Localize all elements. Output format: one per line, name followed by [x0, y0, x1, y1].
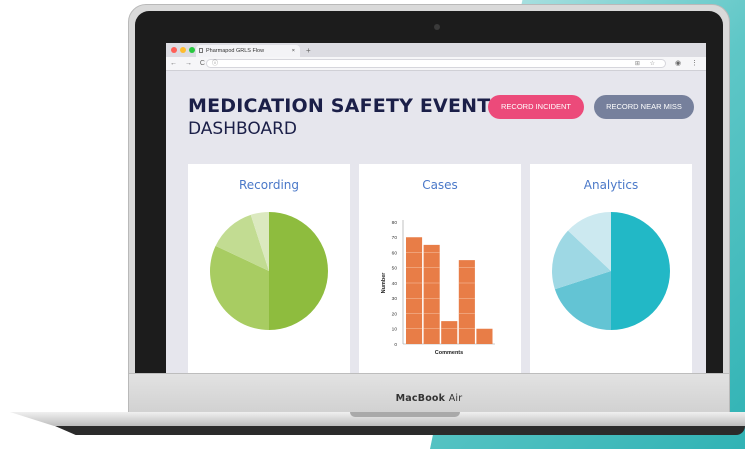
page-icon — [199, 48, 203, 53]
minimize-window-icon[interactable] — [180, 47, 186, 53]
cases-bar-chart: 0 10 20 30 40 50 60 70 80 Comments Number — [381, 220, 495, 356]
analytics-card[interactable]: Analytics — [530, 164, 692, 376]
record-incident-button[interactable]: RECORD INCIDENT — [488, 95, 584, 119]
maximize-window-icon[interactable] — [189, 47, 195, 53]
laptop-base — [0, 406, 745, 440]
bookmark-icon[interactable]: ⊞ ☆ — [635, 60, 659, 68]
new-tab-button[interactable]: + — [306, 45, 311, 56]
bar-fill — [423, 244, 440, 344]
laptop-base-bottom — [55, 426, 745, 435]
recording-card[interactable]: Recording — [188, 164, 350, 376]
y-tick-label: 0 — [394, 342, 397, 348]
bar — [406, 237, 423, 344]
navigation-buttons[interactable]: ← → C — [170, 58, 208, 69]
window-controls — [171, 47, 195, 53]
bar — [441, 321, 458, 344]
y-tick-label: 30 — [392, 296, 398, 302]
bar-fill — [406, 237, 423, 344]
bar — [476, 328, 493, 344]
recording-pie-slice — [269, 212, 328, 330]
tab-bar: Pharmapod GRLS Flow × + — [166, 43, 706, 57]
tab-title: Pharmapod GRLS Flow — [206, 48, 265, 54]
y-tick-label: 60 — [392, 250, 398, 256]
page-subtitle: DASHBOARD — [188, 119, 297, 139]
page-title-bold: MEDICATION SAFETY EVENT — [188, 95, 491, 117]
y-tick-label: 70 — [392, 235, 398, 241]
analytics-pie-slice — [611, 212, 670, 330]
lid-notch — [350, 412, 460, 417]
y-tick-label: 40 — [392, 281, 398, 287]
recording-pie-chart — [210, 212, 328, 330]
analytics-pie-chart — [552, 212, 670, 330]
laptop-brand-label: MacBook Air — [129, 393, 729, 404]
brand-model: Air — [448, 393, 463, 404]
screen-bezel: Pharmapod GRLS Flow × + ← → C ⓘ ⊞ ☆ ◉ ⋮ … — [135, 11, 723, 410]
y-tick-label: 10 — [392, 327, 398, 333]
bar — [423, 244, 440, 344]
cases-card[interactable]: Cases 0 10 20 30 40 50 60 70 80 Comments Number — [359, 164, 521, 376]
camera-icon — [434, 24, 440, 30]
browser-window: Pharmapod GRLS Flow × + ← → C ⓘ ⊞ ☆ ◉ ⋮ … — [166, 43, 706, 381]
dashboard-page: MEDICATION SAFETY EVENT | DASHBOARD RECO… — [166, 71, 706, 381]
bar-fill — [476, 328, 493, 344]
page-title: MEDICATION SAFETY EVENT | — [188, 95, 504, 117]
laptop-frame: Pharmapod GRLS Flow × + ← → C ⓘ ⊞ ☆ ◉ ⋮ … — [128, 4, 730, 419]
bar-fill — [441, 321, 458, 344]
record-near-miss-button[interactable]: RECORD NEAR MISS — [594, 95, 694, 119]
brand-name: MacBook — [395, 393, 446, 404]
close-window-icon[interactable] — [171, 47, 177, 53]
x-axis-label: Comments — [435, 350, 463, 356]
address-bar[interactable]: ⓘ ⊞ ☆ — [206, 59, 666, 68]
bar-fill — [458, 260, 475, 344]
y-tick-label: 80 — [392, 220, 398, 226]
y-tick-label: 50 — [392, 266, 398, 272]
extension-icons[interactable]: ◉ ⋮ — [675, 58, 702, 69]
address-toolbar: ← → C ⓘ ⊞ ☆ ◉ ⋮ — [166, 57, 706, 71]
bar — [458, 260, 475, 344]
browser-tab[interactable]: Pharmapod GRLS Flow × — [196, 45, 300, 57]
y-tick-label: 20 — [392, 311, 398, 317]
info-icon[interactable]: ⓘ — [212, 60, 218, 68]
tab-close-icon[interactable]: × — [292, 45, 295, 57]
y-axis-label: Number — [381, 272, 387, 294]
